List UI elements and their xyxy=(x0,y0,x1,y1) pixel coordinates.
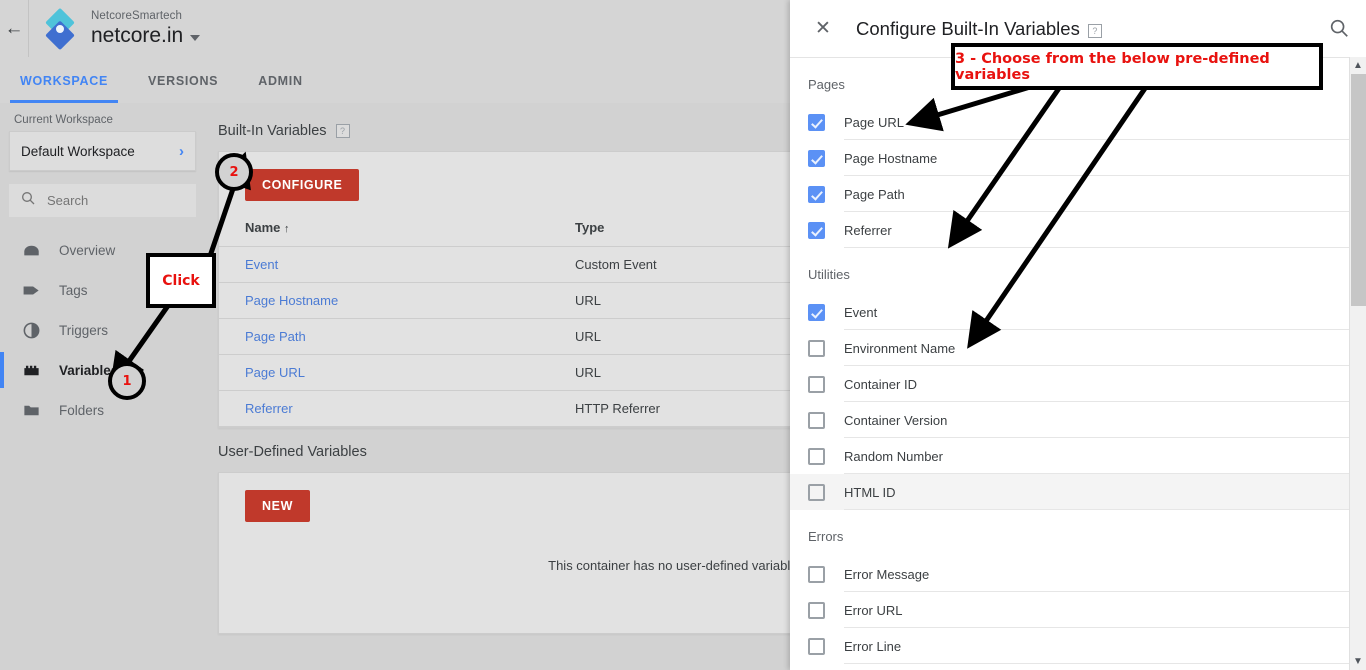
panel-body: Pages Page URL Page Hostname Page Path R… xyxy=(790,58,1366,670)
page-title: Built-In Variables xyxy=(218,123,327,139)
search-input[interactable]: Search xyxy=(9,184,196,217)
checkbox-unchecked-icon[interactable] xyxy=(808,637,825,655)
checkbox-label: Page URL xyxy=(844,114,904,130)
search-icon xyxy=(20,190,36,211)
folder-icon xyxy=(22,401,41,420)
checkbox-row-environment-name[interactable]: Environment Name xyxy=(790,330,1366,366)
checkbox-row-random-number[interactable]: Random Number xyxy=(790,438,1366,474)
workspace-selector[interactable]: Default Workspace › xyxy=(9,131,196,171)
checkbox-label: Random Number xyxy=(844,448,943,464)
configure-builtin-variables-panel: ✕ Configure Built-In Variables ? Pages P… xyxy=(790,0,1366,670)
checkbox-label: Container Version xyxy=(844,412,948,428)
checkbox-label: Event xyxy=(844,304,878,320)
sidebar-item-label: Folders xyxy=(59,402,105,418)
checkbox-label: Page Path xyxy=(844,186,905,202)
checkbox-label: HTML ID xyxy=(844,484,896,500)
variable-name-link[interactable]: Page Hostname xyxy=(245,293,338,308)
sidebar-item-variables[interactable]: Variables xyxy=(0,350,205,390)
callout-click: Click xyxy=(146,253,216,308)
sidebar-item-triggers[interactable]: Triggers xyxy=(0,310,205,350)
account-name: NetcoreSmartech xyxy=(91,9,182,22)
tab-versions[interactable]: VERSIONS xyxy=(128,58,238,103)
configure-button[interactable]: CONFIGURE xyxy=(245,169,360,201)
checkbox-unchecked-icon[interactable] xyxy=(808,339,825,357)
checkbox-unchecked-icon[interactable] xyxy=(808,447,825,465)
tab-admin[interactable]: ADMIN xyxy=(238,58,322,103)
step-marker-1: 1 xyxy=(108,362,146,400)
checkbox-checked-icon[interactable] xyxy=(808,113,825,131)
sidebar-item-label: Tags xyxy=(59,282,88,298)
checkbox-row-container-version[interactable]: Container Version xyxy=(790,402,1366,438)
scrollbar-thumb[interactable] xyxy=(1351,74,1366,306)
column-header-name[interactable]: Name ↑ xyxy=(219,215,575,247)
sidebar-item-label: Triggers xyxy=(59,322,109,338)
chevron-up-icon[interactable]: ▲ xyxy=(1350,57,1366,74)
checkbox-checked-icon[interactable] xyxy=(808,185,825,203)
checkbox-label: Environment Name xyxy=(844,340,956,356)
chevron-right-icon: › xyxy=(179,142,184,160)
checkbox-row-page-hostname[interactable]: Page Hostname xyxy=(790,140,1366,176)
checkbox-row-referrer[interactable]: Referrer xyxy=(790,212,1366,248)
variable-name-link[interactable]: Page URL xyxy=(245,365,305,380)
variable-name-link[interactable]: Event xyxy=(245,257,278,272)
help-icon[interactable]: ? xyxy=(1087,24,1102,38)
checkbox-row-error-line[interactable]: Error Line xyxy=(790,628,1366,664)
sidebar-item-folders[interactable]: Folders xyxy=(0,390,205,430)
tab-workspace[interactable]: WORKSPACE xyxy=(0,58,128,103)
checkbox-row-event[interactable]: Event xyxy=(790,294,1366,330)
search-placeholder: Search xyxy=(47,193,89,208)
checkbox-unchecked-icon[interactable] xyxy=(808,565,825,583)
checkbox-unchecked-icon[interactable] xyxy=(808,375,825,393)
gtm-logo-icon xyxy=(29,0,91,57)
search-icon[interactable] xyxy=(1328,17,1350,39)
container-title-block: NetcoreSmartech netcore.in xyxy=(91,0,201,57)
checkbox-label: Error Message xyxy=(844,566,930,582)
checkbox-row-html-id[interactable]: HTML ID xyxy=(790,474,1366,510)
back-arrow-icon[interactable]: ← xyxy=(0,0,29,57)
column-header-label: Name xyxy=(245,220,281,235)
checkbox-label: Referrer xyxy=(844,222,892,238)
checkbox-label: Error URL xyxy=(844,602,903,618)
scrollbar-track[interactable] xyxy=(1350,74,1366,653)
checkbox-checked-icon[interactable] xyxy=(808,303,825,321)
checkbox-row-error-url[interactable]: Error URL xyxy=(790,592,1366,628)
checkbox-label: Error Line xyxy=(844,638,902,654)
variable-name-link[interactable]: Page Path xyxy=(245,329,306,344)
overview-icon xyxy=(22,241,41,260)
step-marker-2: 2 xyxy=(215,153,253,191)
checkbox-unchecked-icon[interactable] xyxy=(808,411,825,429)
chevron-down-icon[interactable] xyxy=(190,34,201,41)
checkbox-unchecked-icon[interactable] xyxy=(808,601,825,619)
checkbox-checked-icon[interactable] xyxy=(808,149,825,167)
checkbox-label: Container ID xyxy=(844,376,917,392)
current-workspace-label: Current Workspace xyxy=(14,114,113,126)
new-button[interactable]: NEW xyxy=(245,490,310,522)
callout-choose-variables: 3 - Choose from the below pre-defined va… xyxy=(951,43,1323,90)
checkbox-label: Page Hostname xyxy=(844,150,938,166)
checkbox-row-page-url[interactable]: Page URL xyxy=(790,104,1366,140)
section-title: User-Defined Variables xyxy=(218,444,367,460)
close-icon[interactable]: ✕ xyxy=(812,18,834,40)
sidebar: Current Workspace Default Workspace › Se… xyxy=(0,103,205,670)
chevron-down-icon[interactable]: ▼ xyxy=(1350,653,1366,670)
app-root: ← NetcoreSmartech netcore.in WORKSPACE V… xyxy=(0,0,1366,670)
checkbox-row-container-id[interactable]: Container ID xyxy=(790,366,1366,402)
sort-asc-icon: ↑ xyxy=(284,223,290,235)
workspace-name: Default Workspace xyxy=(21,143,135,159)
group-label-errors: Errors xyxy=(808,529,844,544)
trigger-icon xyxy=(22,321,41,340)
panel-scrollbar[interactable]: ▲ ▼ xyxy=(1349,57,1366,670)
group-label-utilities: Utilities xyxy=(808,267,850,282)
help-icon[interactable]: ? xyxy=(335,124,350,138)
variables-icon xyxy=(22,361,41,380)
container-name: netcore.in xyxy=(91,23,184,47)
variable-name-link[interactable]: Referrer xyxy=(245,401,293,416)
checkbox-row-error-message[interactable]: Error Message xyxy=(790,556,1366,592)
checkbox-checked-icon[interactable] xyxy=(808,221,825,239)
sidebar-item-label: Overview xyxy=(59,242,116,258)
panel-title: Configure Built-In Variables xyxy=(856,17,1080,39)
tag-icon xyxy=(22,281,41,300)
checkbox-row-page-path[interactable]: Page Path xyxy=(790,176,1366,212)
checkbox-unchecked-icon[interactable] xyxy=(808,483,825,501)
